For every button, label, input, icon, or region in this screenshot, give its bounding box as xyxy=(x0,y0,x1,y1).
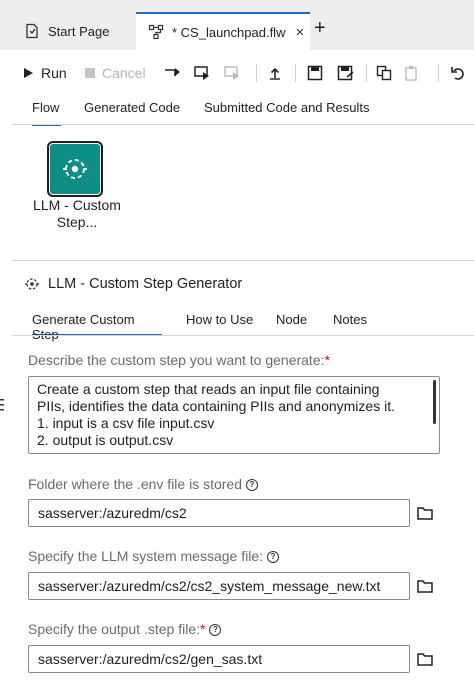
toolbar-divider xyxy=(295,64,296,82)
toolbar-divider xyxy=(256,64,257,82)
help-icon[interactable]: ? xyxy=(246,479,258,492)
node-label-line: LLM - Custom xyxy=(33,197,121,213)
custom-step-icon xyxy=(63,159,87,179)
run-from-node-button[interactable] xyxy=(164,58,182,88)
output-step-label: Specify the output .step file:*? xyxy=(28,621,222,637)
start-page-icon xyxy=(26,23,38,39)
play-icon xyxy=(24,68,33,78)
describe-label-text: Describe the custom step you want to gen… xyxy=(28,352,325,368)
panel-tabs-divider xyxy=(12,335,474,336)
folder-icon[interactable] xyxy=(417,652,433,666)
upload-button[interactable] xyxy=(267,58,283,88)
run-selected-button[interactable] xyxy=(224,58,242,88)
run-node-icon xyxy=(165,68,180,76)
copy-icon xyxy=(376,65,392,81)
upload-icon xyxy=(270,67,280,80)
textarea-line: 1. input is a csv file input.csv xyxy=(37,415,215,431)
help-icon[interactable]: ? xyxy=(209,624,222,637)
node-label: LLM - Custom Step... xyxy=(22,197,132,231)
cancel-button[interactable]: Cancel xyxy=(84,58,146,88)
run-label: Run xyxy=(41,65,67,81)
panel-title: LLM - Custom Step Generator xyxy=(24,276,242,292)
tab-how-to-use[interactable]: How to Use xyxy=(186,312,253,334)
llm-custom-step-node[interactable] xyxy=(47,141,103,197)
tab-generate-custom-step[interactable]: Generate Custom Step xyxy=(32,312,162,342)
textarea-line: PIIs, identifies the data containing PII… xyxy=(37,398,395,414)
flow-icon xyxy=(148,24,164,40)
textarea-line: 2. output is output.csv xyxy=(37,432,174,448)
output-step-field[interactable]: sasserver:/azuredm/cs2/gen_sas.txt xyxy=(28,645,410,673)
paste-icon xyxy=(405,66,417,81)
resize-grip-icon[interactable] xyxy=(0,398,4,412)
save-as-icon xyxy=(337,65,354,81)
system-message-label-text: Specify the LLM system message file: xyxy=(28,548,263,564)
required-marker: * xyxy=(324,352,330,368)
run-to-icon xyxy=(194,66,209,80)
panel-title-text: LLM - Custom Step Generator xyxy=(48,276,243,292)
copy-button[interactable] xyxy=(376,58,392,88)
cancel-label: Cancel xyxy=(102,65,146,81)
textarea-scrollbar[interactable] xyxy=(433,380,436,424)
save-icon xyxy=(307,65,323,81)
run-to-node-button[interactable] xyxy=(194,58,212,88)
custom-step-icon xyxy=(25,278,39,290)
save-as-button[interactable] xyxy=(337,58,355,88)
describe-textarea[interactable]: Create a custom step that reads an input… xyxy=(28,376,440,454)
new-tab-button[interactable]: + xyxy=(314,17,326,40)
stop-icon xyxy=(85,68,95,78)
tab-flow[interactable]: Flow xyxy=(32,100,61,126)
tab-generated-code[interactable]: Generated Code xyxy=(84,100,180,124)
tab-submitted-code-results[interactable]: Submitted Code and Results xyxy=(204,100,369,124)
view-tabs-divider xyxy=(12,124,474,125)
tab-node[interactable]: Node xyxy=(276,312,307,334)
save-button[interactable] xyxy=(307,58,323,88)
paste-button[interactable] xyxy=(404,58,420,88)
undo-icon xyxy=(451,67,464,80)
tab-start-page[interactable]: Start Page xyxy=(12,12,134,50)
tab-start-page-label: Start Page xyxy=(48,23,110,39)
tab-flow-file-label: * CS_launchpad.flw xyxy=(172,24,286,40)
toolbar-divider xyxy=(438,64,439,82)
system-message-label: Specify the LLM system message file:? xyxy=(28,548,279,564)
panel-splitter[interactable] xyxy=(12,260,474,261)
env-folder-label: Folder where the .env file is stored? xyxy=(28,476,258,492)
undo-button[interactable] xyxy=(450,58,466,88)
node-label-line: Step... xyxy=(56,214,98,230)
output-step-label-text: Specify the output .step file: xyxy=(28,621,200,637)
close-icon[interactable]: × xyxy=(295,24,304,41)
env-folder-label-text: Folder where the .env file is stored xyxy=(28,476,242,492)
tab-notes[interactable]: Notes xyxy=(333,312,367,334)
system-message-field[interactable]: sasserver:/azuredm/cs2/cs2_system_messag… xyxy=(28,572,410,600)
describe-label: Describe the custom step you want to gen… xyxy=(28,352,330,368)
run-button[interactable]: Run xyxy=(22,58,67,88)
folder-icon[interactable] xyxy=(417,506,433,520)
tab-flow-file[interactable]: * CS_launchpad.flw × xyxy=(136,12,310,50)
toolbar-divider xyxy=(366,64,367,82)
help-icon[interactable]: ? xyxy=(267,551,279,564)
textarea-line: Create a custom step that reads an input… xyxy=(37,381,380,397)
env-folder-field[interactable]: sasserver:/azuredm/cs2 xyxy=(28,499,410,527)
flow-toolbar: Run Cancel xyxy=(14,58,474,88)
folder-icon[interactable] xyxy=(417,579,433,593)
run-selected-icon xyxy=(224,66,239,80)
required-marker: * xyxy=(200,621,206,637)
